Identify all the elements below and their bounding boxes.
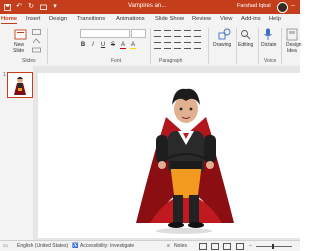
align-center-icon[interactable]	[164, 42, 171, 49]
slide-sorter-icon[interactable]	[211, 243, 219, 250]
tab-review[interactable]: Review	[192, 16, 211, 22]
font-name-box[interactable]	[80, 29, 130, 38]
thumbnail-vampire-image	[14, 77, 26, 95]
shapes-icon	[218, 28, 231, 40]
editing-label: Editing	[238, 42, 254, 48]
editing-button[interactable]	[240, 29, 251, 40]
slide-indicator-icon: ▭	[3, 243, 8, 249]
underline-icon[interactable]: U	[100, 42, 106, 49]
zoom-out-icon[interactable]: –	[249, 243, 252, 249]
undo-icon[interactable]: ↶	[15, 3, 23, 11]
user-name[interactable]: Farshad Iqbal	[237, 3, 271, 9]
strikethrough-icon[interactable]: S	[110, 42, 116, 49]
highlight-icon[interactable]: A	[130, 42, 136, 49]
indent-decrease-icon[interactable]	[174, 30, 181, 37]
avatar[interactable]	[277, 2, 288, 13]
language-status[interactable]: English (United States)	[17, 243, 68, 249]
divider	[258, 28, 259, 64]
layout-icon[interactable]	[31, 29, 41, 35]
divider	[150, 28, 151, 64]
thumbnail-number: 1	[3, 72, 6, 78]
section-icon[interactable]	[31, 47, 41, 53]
new-slide-label-2: Slide	[13, 48, 25, 54]
bullets-icon[interactable]	[154, 30, 161, 37]
new-slide-icon	[14, 29, 27, 40]
bold-icon[interactable]: B	[80, 42, 86, 49]
microphone-icon	[264, 28, 272, 40]
normal-view-icon[interactable]	[199, 243, 207, 250]
tab-transitions[interactable]: Transitions	[77, 16, 105, 22]
tab-animations[interactable]: Animations	[116, 16, 145, 22]
paragraph-row-2	[154, 42, 201, 49]
new-slide-button[interactable]	[14, 28, 27, 41]
tab-home[interactable]: Home	[1, 16, 18, 24]
vampire-character-image[interactable]	[38, 73, 300, 238]
zoom-slider[interactable]	[256, 246, 292, 247]
columns-icon[interactable]	[194, 42, 201, 49]
divider	[208, 28, 209, 64]
slide-thumbnail[interactable]	[7, 72, 33, 98]
save-icon[interactable]	[3, 3, 11, 11]
divider	[47, 28, 48, 64]
dictate-button[interactable]	[263, 28, 273, 41]
search-icon	[241, 30, 251, 40]
design-ideas-button[interactable]	[286, 28, 298, 41]
divider	[236, 28, 237, 64]
slideshow-icon[interactable]	[236, 243, 244, 250]
numbering-icon[interactable]	[164, 30, 171, 37]
font-size-box[interactable]	[131, 29, 146, 38]
align-right-icon[interactable]	[174, 42, 181, 49]
tab-add-ins[interactable]: Add-ins	[241, 16, 261, 22]
italic-icon[interactable]: I	[90, 42, 96, 49]
design-ideas-label-2: Idea	[287, 48, 297, 54]
title-bar: ↶ ↻ ▾ Vampires an... Farshad Iqbal –	[0, 0, 300, 14]
group-label-font: Font	[111, 58, 122, 64]
paragraph-row-1	[154, 30, 201, 37]
group-label-slides: Slides	[22, 58, 36, 64]
accessibility-icon: ♿	[72, 243, 79, 249]
align-left-icon[interactable]	[154, 42, 161, 49]
font-format-row: B I U S A A	[80, 42, 136, 49]
document-title: Vampires an...	[128, 3, 167, 9]
line-spacing-icon[interactable]	[194, 30, 201, 37]
tab-slide-show[interactable]: Slide Show	[155, 16, 184, 22]
reading-view-icon[interactable]	[223, 243, 231, 250]
slide-canvas[interactable]	[38, 73, 300, 238]
accessibility-status[interactable]: Accessibility: Investigate	[80, 243, 134, 249]
tab-view[interactable]: View	[220, 16, 232, 22]
justify-icon[interactable]	[184, 42, 191, 49]
status-bar: ▭ English (United States) ♿ Accessibilit…	[0, 240, 300, 251]
minimize-icon[interactable]: –	[291, 2, 295, 9]
present-icon[interactable]	[39, 3, 47, 11]
notes-icon: ≡	[167, 243, 170, 249]
group-label-voice: Voice	[264, 58, 277, 64]
notes-button[interactable]: Notes	[174, 243, 187, 249]
divider	[281, 28, 282, 64]
group-label-paragraph: Paragraph	[159, 58, 183, 64]
indent-increase-icon[interactable]	[184, 30, 191, 37]
font-color-icon[interactable]: A	[120, 42, 126, 49]
tab-design[interactable]: Design	[49, 16, 67, 22]
zoom-slider-thumb[interactable]	[272, 244, 274, 249]
design-ideas-icon	[286, 28, 298, 41]
drawing-label: Drawing	[213, 42, 232, 48]
redo-icon[interactable]: ↻	[27, 3, 35, 11]
quick-access-toolbar: ↶ ↻ ▾	[0, 3, 59, 11]
reset-icon[interactable]	[31, 38, 41, 44]
tab-insert[interactable]: Insert	[26, 16, 41, 22]
drawing-button[interactable]	[218, 28, 231, 41]
dictate-label: Dictate	[261, 42, 277, 48]
tab-help[interactable]: Help	[269, 16, 281, 22]
customize-qa-icon[interactable]: ▾	[51, 3, 59, 11]
ribbon: New Slide Slides B I U S A A Font Paragr…	[0, 25, 302, 67]
